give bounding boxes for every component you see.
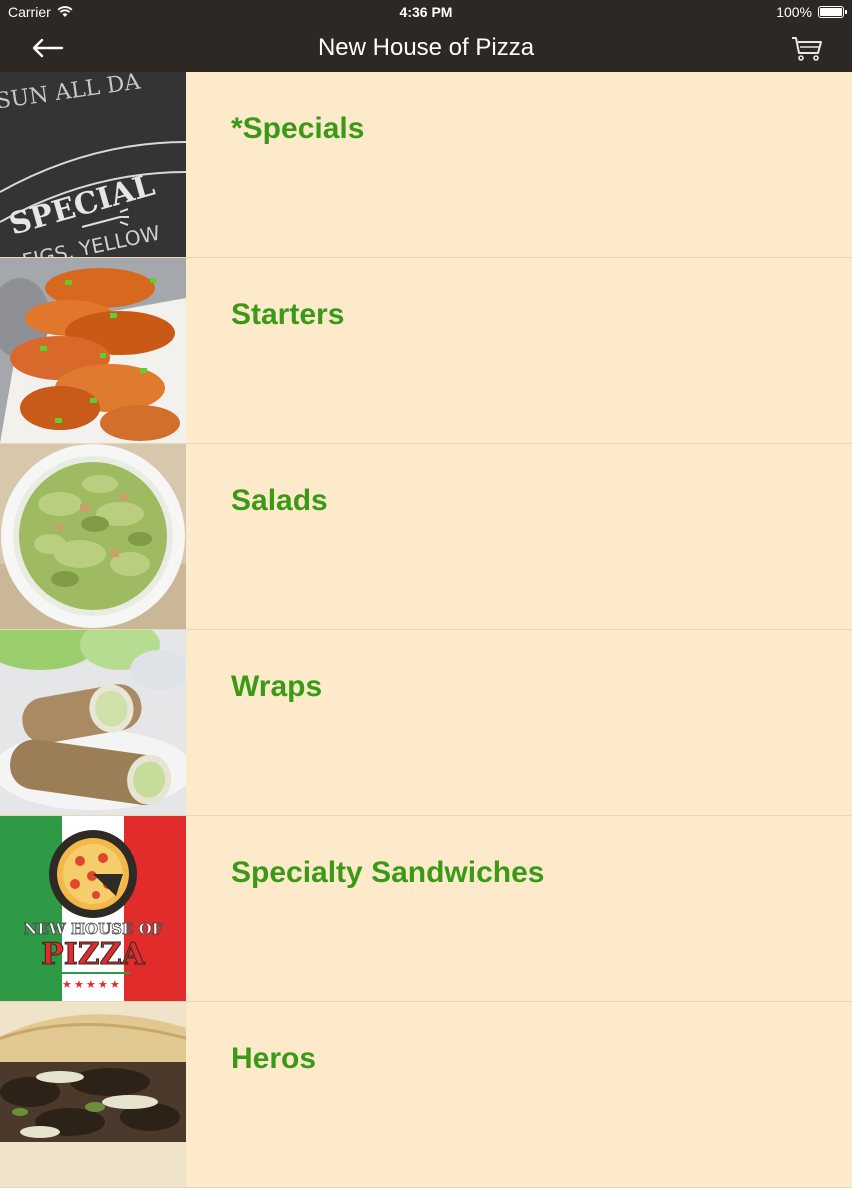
cart-button[interactable]: [790, 34, 824, 62]
battery-fill: [820, 8, 842, 16]
status-bar: Carrier 4:36 PM 100%: [0, 0, 852, 24]
battery-icon: [818, 6, 847, 18]
svg-text:★: ★: [110, 978, 120, 991]
category-heros[interactable]: Heros: [0, 1002, 852, 1188]
category-label: Wraps: [231, 670, 323, 703]
category-label: Starters: [231, 298, 345, 331]
house-logo-image: NEW HOUSE OF PIZZA ★ ★ ★ ★ ★: [0, 816, 186, 1001]
category-specials[interactable]: SUN ALL DA SPECIAL FIGS, YELLOW *Special…: [0, 72, 852, 258]
salad-bowl-image: [0, 444, 186, 629]
battery-percent: 100%: [776, 4, 812, 20]
category-label: Heros: [231, 1042, 317, 1075]
svg-text:★: ★: [98, 978, 108, 991]
logo-stars: ★ ★ ★ ★ ★: [62, 978, 120, 991]
page-title: New House of Pizza: [317, 34, 535, 61]
category-label: *Specials: [231, 112, 365, 145]
category-label: Salads: [231, 484, 328, 517]
svg-text:★: ★: [62, 978, 72, 991]
specials-chalkboard-image: SUN ALL DA SPECIAL FIGS, YELLOW: [0, 72, 186, 257]
category-salads[interactable]: Salads: [0, 444, 852, 630]
cart-icon: [792, 37, 822, 61]
category-wraps[interactable]: Wraps: [0, 630, 852, 816]
category-specialty-sandwiches[interactable]: NEW HOUSE OF PIZZA ★ ★ ★ ★ ★ Specialty Sandw…: [0, 816, 852, 1002]
status-time: 4:36 PM: [399, 4, 453, 20]
menu-category-list: SUN ALL DA SPECIAL FIGS, YELLOW *Special…: [0, 72, 852, 1188]
status-right: 100%: [776, 4, 847, 20]
category-starters[interactable]: Starters: [0, 258, 852, 444]
navigation-bar: New House of Pizza: [0, 24, 852, 72]
category-label: Specialty Sandwiches: [231, 856, 545, 889]
wraps-image: [0, 630, 186, 815]
svg-text:★: ★: [74, 978, 84, 991]
chicken-wings-image: [0, 258, 186, 443]
svg-text:★: ★: [86, 978, 96, 991]
logo-text-line1: NEW HOUSE OF: [24, 920, 163, 938]
logo-text-line2: PIZZA: [41, 937, 145, 972]
hero-sandwich-image: [0, 1002, 186, 1187]
